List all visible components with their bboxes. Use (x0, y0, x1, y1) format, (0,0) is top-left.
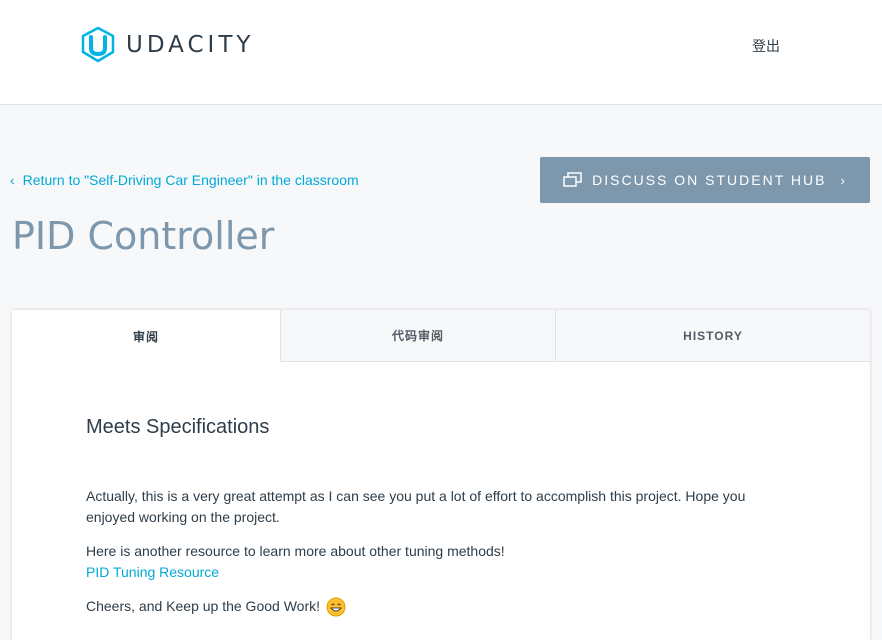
top-header: UDACITY 登出 (0, 0, 882, 105)
brand-name: UDACITY (126, 32, 255, 58)
logout-link[interactable]: 登出 (752, 36, 780, 56)
tab-review[interactable]: 审阅 (12, 310, 280, 362)
review-paragraph-3: Cheers, and Keep up the Good Work! (86, 598, 320, 614)
review-card: 审阅 代码审阅 HISTORY Meets Specifications Act… (12, 310, 870, 640)
review-paragraph-2-block: Here is another resource to learn more a… (86, 541, 796, 583)
chevron-right-icon: › (840, 172, 847, 188)
page-title: PID Controller (12, 214, 275, 258)
pid-tuning-resource-link[interactable]: PID Tuning Resource (86, 564, 219, 580)
chat-bubbles-icon (563, 172, 582, 187)
tab-history[interactable]: HISTORY (555, 310, 870, 362)
discuss-button-label: DISCUSS ON STUDENT HUB (592, 172, 827, 188)
back-to-classroom-link[interactable]: ‹ Return to "Self-Driving Car Engineer" … (10, 172, 359, 188)
chevron-left-icon: ‹ (10, 172, 15, 188)
review-tabs: 审阅 代码审阅 HISTORY (12, 310, 870, 362)
review-paragraph-2: Here is another resource to learn more a… (86, 543, 505, 559)
grin-emoji-icon (326, 597, 346, 617)
udacity-logo-icon (81, 26, 115, 63)
tab-code-review[interactable]: 代码审阅 (280, 310, 555, 362)
review-paragraph-3-block: Cheers, and Keep up the Good Work! (86, 596, 796, 617)
back-link-label: Return to "Self-Driving Car Engineer" in… (22, 172, 359, 188)
discuss-on-student-hub-button[interactable]: DISCUSS ON STUDENT HUB › (540, 157, 870, 203)
review-paragraph-1: Actually, this is a very great attempt a… (86, 488, 746, 525)
review-status-heading: Meets Specifications (86, 416, 270, 438)
udacity-logo[interactable]: UDACITY (80, 26, 254, 64)
